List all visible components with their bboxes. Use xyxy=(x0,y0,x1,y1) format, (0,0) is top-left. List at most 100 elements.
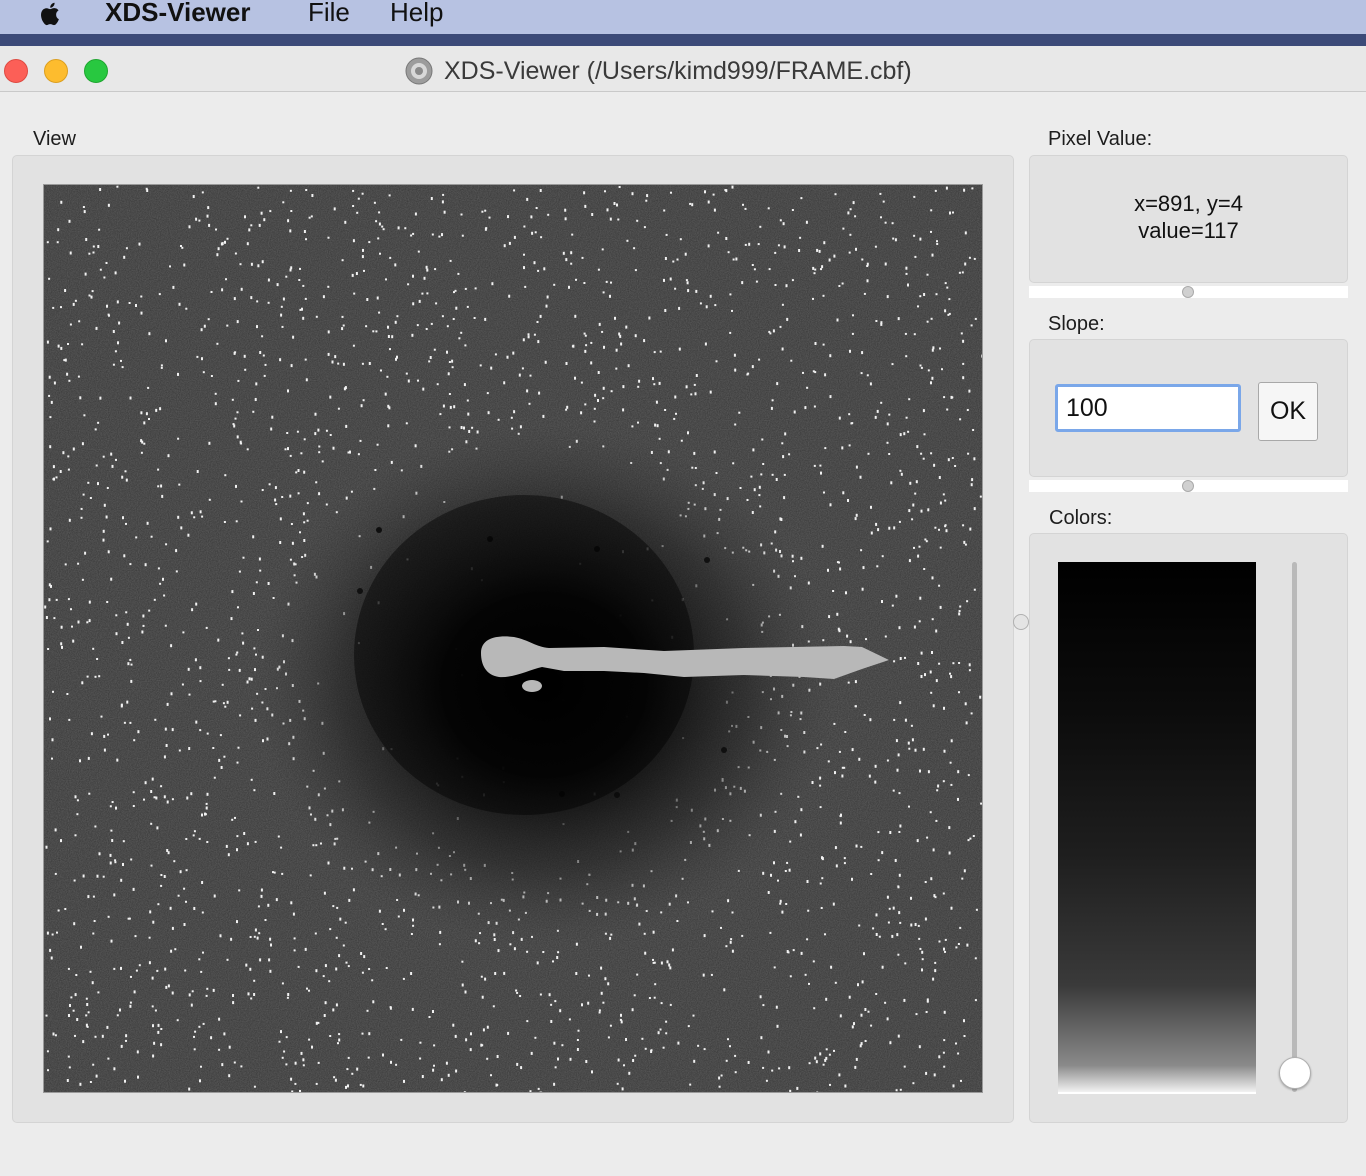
diffraction-spot xyxy=(69,323,72,326)
diffraction-spot xyxy=(982,879,983,882)
diffraction-spot xyxy=(762,1004,765,1007)
apple-icon[interactable] xyxy=(36,0,66,28)
diffraction-spot xyxy=(982,310,983,312)
diffraction-spot xyxy=(105,262,108,264)
split-handle[interactable] xyxy=(1013,614,1029,630)
menu-app-name[interactable]: XDS-Viewer xyxy=(105,0,250,28)
diffraction-spot xyxy=(199,510,202,514)
diffraction-spot xyxy=(230,617,233,621)
diffraction-spot xyxy=(157,468,160,471)
diffraction-spot xyxy=(86,1003,89,1006)
diffraction-spot xyxy=(800,951,803,955)
diffraction-spot xyxy=(198,1025,201,1028)
diffraction-spot xyxy=(590,341,593,344)
menu-file[interactable]: File xyxy=(308,0,350,28)
diffraction-spot xyxy=(744,207,747,210)
diffraction-spot xyxy=(930,230,932,233)
diffraction-spot xyxy=(124,1079,126,1083)
maximize-button[interactable] xyxy=(84,59,108,83)
diffraction-spot xyxy=(594,393,597,397)
window-titlebar[interactable]: XDS-Viewer (/Users/kimd999/FRAME.cbf) xyxy=(0,46,1366,92)
diffraction-spot xyxy=(342,362,345,366)
diffraction-spot xyxy=(152,920,155,924)
diffraction-spot xyxy=(304,297,307,300)
diffraction-spot xyxy=(601,330,604,333)
diffraction-spot xyxy=(190,511,193,515)
diffraction-spot xyxy=(453,291,455,294)
diffraction-spot xyxy=(291,541,294,545)
diffraction-spot xyxy=(943,1010,946,1014)
diffraction-spot xyxy=(534,231,537,234)
diffraction-spot xyxy=(92,245,95,248)
diffraction-spot xyxy=(545,304,548,308)
splitter-2[interactable] xyxy=(1029,480,1348,492)
diffraction-spot xyxy=(908,398,911,401)
diffraction-spot xyxy=(839,815,842,818)
menu-help[interactable]: Help xyxy=(390,0,443,28)
diffraction-image[interactable] xyxy=(43,184,983,1093)
diffraction-spot xyxy=(305,378,308,382)
diffraction-spot xyxy=(339,917,342,921)
splitter-handle-icon[interactable] xyxy=(1182,480,1194,492)
diffraction-spot xyxy=(417,379,419,382)
diffraction-spot xyxy=(943,706,945,710)
diffraction-spot xyxy=(439,413,442,416)
diffraction-spot xyxy=(550,1003,553,1006)
diffraction-spot xyxy=(851,877,853,881)
color-slider-thumb[interactable] xyxy=(1279,1057,1311,1089)
diffraction-spot xyxy=(963,1019,965,1023)
diffraction-spot xyxy=(964,231,967,235)
diffraction-spot xyxy=(957,1052,960,1055)
diffraction-spot xyxy=(788,1066,791,1070)
diffraction-spot xyxy=(631,1008,634,1012)
diffraction-spot xyxy=(914,748,917,752)
diffraction-spot xyxy=(665,1032,668,1035)
diffraction-spot xyxy=(165,744,168,747)
minimize-button[interactable] xyxy=(44,59,68,83)
diffraction-spot xyxy=(950,906,953,910)
diffraction-spot xyxy=(341,315,344,318)
diffraction-spot xyxy=(957,797,959,801)
diffraction-spot xyxy=(157,567,160,570)
diffraction-spot xyxy=(177,894,180,897)
diffraction-spot xyxy=(217,247,220,251)
ok-button[interactable]: OK xyxy=(1258,382,1318,441)
diffraction-spot xyxy=(259,351,262,354)
color-slider-track[interactable] xyxy=(1292,562,1297,1092)
diffraction-spot xyxy=(140,311,143,315)
diffraction-spot xyxy=(442,404,445,408)
diffraction-spot xyxy=(60,839,62,843)
diffraction-spot xyxy=(85,1014,88,1017)
diffraction-spot xyxy=(623,1064,625,1067)
diffraction-spot xyxy=(79,759,81,763)
diffraction-spot xyxy=(368,241,371,244)
diffraction-spot xyxy=(785,284,788,288)
diffraction-spot xyxy=(950,783,953,786)
splitter-handle-icon[interactable] xyxy=(1182,286,1194,298)
splitter-1[interactable] xyxy=(1029,286,1348,298)
diffraction-spot xyxy=(96,874,99,878)
diffraction-spot xyxy=(693,383,696,386)
diffraction-spot xyxy=(926,273,929,276)
diffraction-spot xyxy=(974,957,977,960)
diffraction-spot xyxy=(655,400,658,404)
slope-input[interactable] xyxy=(1055,384,1241,432)
diffraction-spot xyxy=(847,499,849,502)
diffraction-spot xyxy=(47,648,50,650)
diffraction-spot xyxy=(48,583,51,587)
diffraction-spot xyxy=(96,658,99,660)
diffraction-spot xyxy=(936,789,939,792)
diffraction-spot xyxy=(461,983,464,987)
diffraction-spot xyxy=(199,729,202,732)
close-button[interactable] xyxy=(4,59,28,83)
diffraction-spot xyxy=(113,967,116,970)
diffraction-spot xyxy=(47,1069,49,1072)
diffraction-spot xyxy=(937,784,940,788)
diffraction-spot xyxy=(715,360,718,363)
diffraction-spot xyxy=(387,335,390,338)
diffraction-spot xyxy=(982,924,983,927)
diffraction-spot xyxy=(290,901,293,905)
diffraction-spot xyxy=(143,421,146,425)
diffraction-spot xyxy=(127,917,130,920)
diffraction-spot xyxy=(590,361,593,365)
